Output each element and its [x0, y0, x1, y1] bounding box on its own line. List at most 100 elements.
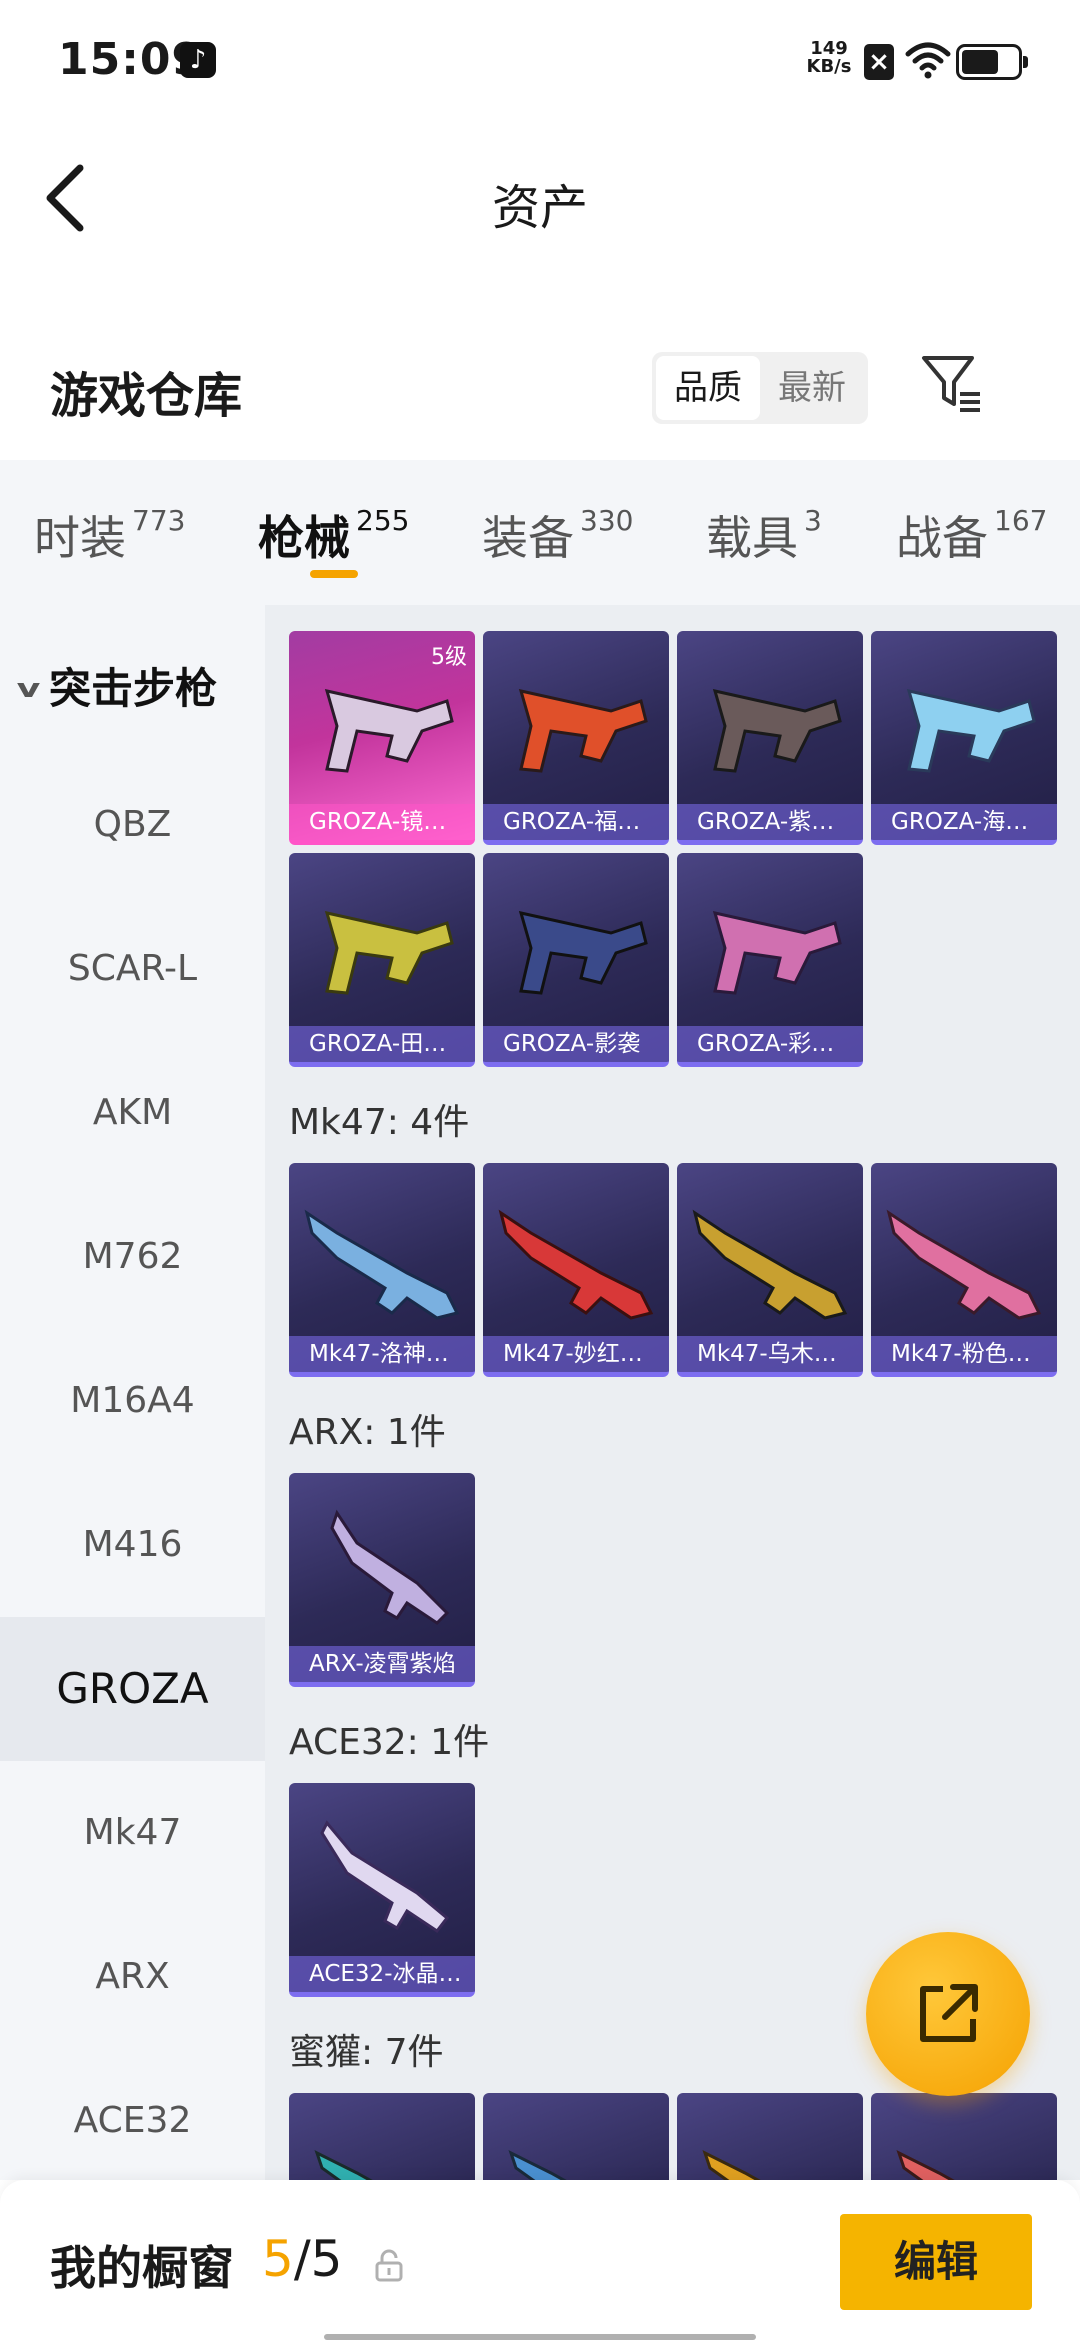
tab-count: 330 [580, 504, 634, 537]
tab-label: 战备 [896, 511, 988, 565]
nav-group-assault-rifles[interactable]: v 突击步枪 [16, 655, 217, 716]
sort-quality[interactable]: 品质 [656, 356, 760, 420]
weapon-image [324, 910, 454, 995]
item-card[interactable]: Mk47-洛神… [289, 1163, 475, 1377]
weapon-image [712, 910, 842, 995]
item-label: GROZA-镜… [289, 804, 475, 840]
wifi-icon [905, 42, 951, 79]
item-label: Mk47-妙红… [483, 1336, 669, 1372]
lock-icon [375, 2249, 403, 2282]
weapon-image [304, 1209, 460, 1320]
item-label: GROZA-田… [289, 1026, 475, 1062]
weapon-image [518, 910, 648, 995]
sim-icon: × [864, 44, 894, 80]
group-heading-arx: ARX: 1件 [289, 1412, 446, 1453]
item-card[interactable]: Mk47-粉色… [871, 1163, 1057, 1377]
showcase-title: 我的橱窗 [50, 2241, 234, 2295]
active-tab-indicator [310, 570, 358, 578]
item-label: GROZA-彩… [677, 1026, 863, 1062]
item-card[interactable]: GROZA-福… [483, 631, 669, 845]
tab-count: 255 [356, 504, 410, 537]
sort-toggle: 品质 最新 [652, 352, 868, 424]
weapon-image [320, 1820, 450, 1934]
group-heading-mk47: Mk47: 4件 [289, 1102, 470, 1143]
weapon-image [498, 1209, 654, 1320]
nav-item-m416[interactable]: M416 [0, 1473, 265, 1617]
item-card[interactable] [289, 2093, 475, 2180]
weapon-image [712, 688, 842, 773]
item-label: GROZA-影袭 [483, 1026, 669, 1062]
nav-item-arx[interactable]: ARX [0, 1905, 265, 2049]
net-speed-unit: KB/s [806, 56, 852, 77]
subcategory-nav: v 突击步枪 QBZ SCAR-L AKM M762 M16A4 M416 GRO… [0, 605, 265, 2180]
net-speed: 149 KB/s [804, 40, 854, 76]
weapon-image [906, 688, 1036, 773]
category-tabs: 时装 773 枪械 255 装备 330 载具 3 战备 167 [0, 460, 1080, 605]
showcase-count-total: /5 [293, 2230, 343, 2288]
nav-item-groza[interactable]: GROZA [0, 1617, 265, 1761]
item-card[interactable]: Mk47-妙红… [483, 1163, 669, 1377]
share-icon [920, 1984, 978, 2042]
item-level: 5级 [431, 645, 467, 670]
showcase-count-used: 5 [262, 2230, 294, 2288]
weapon-image [324, 688, 454, 773]
item-label: GROZA-紫… [677, 804, 863, 840]
tab-count: 773 [132, 504, 186, 537]
tab-label: 装备 [482, 511, 574, 565]
item-card[interactable]: GROZA-田… [289, 853, 475, 1067]
share-button[interactable] [866, 1932, 1030, 2096]
chevron-down-icon: v [16, 674, 41, 704]
battery-icon [956, 44, 1028, 80]
tab-supplies[interactable]: 战备 167 [896, 502, 1047, 568]
nav-item-m762[interactable]: M762 [0, 1185, 265, 1329]
tab-count: 167 [994, 504, 1048, 537]
edit-button[interactable]: 编辑 [840, 2214, 1032, 2310]
item-card[interactable] [483, 2093, 669, 2180]
item-label: GROZA-海… [871, 804, 1057, 840]
tab-label: 时装 [34, 511, 126, 565]
item-card[interactable]: ARX-凌霄紫焰 [289, 1473, 475, 1687]
weapon-image [314, 2150, 373, 2180]
tab-vehicles[interactable]: 载具 3 [706, 502, 822, 568]
item-card[interactable]: GROZA-彩… [677, 853, 863, 1067]
item-card[interactable]: GROZA-紫… [677, 631, 863, 845]
nav-item-ace32[interactable]: ACE32 [0, 2049, 265, 2193]
weapon-image [330, 1509, 450, 1625]
tab-label: 载具 [706, 511, 798, 565]
page-title: 资产 [491, 180, 588, 236]
item-card[interactable]: ACE32-冰晶… [289, 1783, 475, 1997]
item-card[interactable]: GROZA-影袭 [483, 853, 669, 1067]
filter-icon[interactable] [920, 352, 984, 416]
status-bar: 15:09 ♪ 149 KB/s × [0, 0, 1080, 120]
group-heading-honey-badger: 蜜獾: 7件 [289, 2032, 444, 2073]
item-card[interactable]: Mk47-乌木… [677, 1163, 863, 1377]
item-label: Mk47-洛神… [289, 1336, 475, 1372]
item-card[interactable] [871, 2093, 1057, 2180]
weapon-image [896, 2150, 955, 2180]
home-indicator [324, 2334, 756, 2340]
nav-item-mk47[interactable]: Mk47 [0, 1761, 265, 1905]
showcase-count: 5/5 [262, 2230, 342, 2288]
weapon-image [508, 2150, 567, 2180]
tab-weapons[interactable]: 枪械 255 [258, 502, 409, 568]
tiktok-icon: ♪ [180, 42, 216, 78]
nav-item-qbz[interactable]: QBZ [0, 753, 265, 897]
group-heading-ace32: ACE32: 1件 [289, 1722, 490, 1763]
tab-equipment[interactable]: 装备 330 [482, 502, 633, 568]
item-card[interactable]: 5级 GROZA-镜… [289, 631, 475, 845]
nav-item-akm[interactable]: AKM [0, 1041, 265, 1185]
tab-fashion[interactable]: 时装 773 [34, 502, 185, 568]
weapon-image [886, 1209, 1042, 1320]
sort-newest[interactable]: 最新 [760, 356, 864, 420]
item-card[interactable] [677, 2093, 863, 2180]
item-label: Mk47-粉色… [871, 1336, 1057, 1372]
item-label: ACE32-冰晶… [289, 1956, 475, 1992]
nav-item-m16a4[interactable]: M16A4 [0, 1329, 265, 1473]
warehouse-title: 游戏仓库 [50, 368, 243, 424]
item-card[interactable]: GROZA-海… [871, 631, 1057, 845]
weapon-image [702, 2150, 761, 2180]
tab-label: 枪械 [258, 511, 350, 565]
weapon-image [692, 1209, 848, 1320]
tab-count: 3 [804, 504, 822, 537]
nav-item-scar-l[interactable]: SCAR-L [0, 897, 265, 1041]
